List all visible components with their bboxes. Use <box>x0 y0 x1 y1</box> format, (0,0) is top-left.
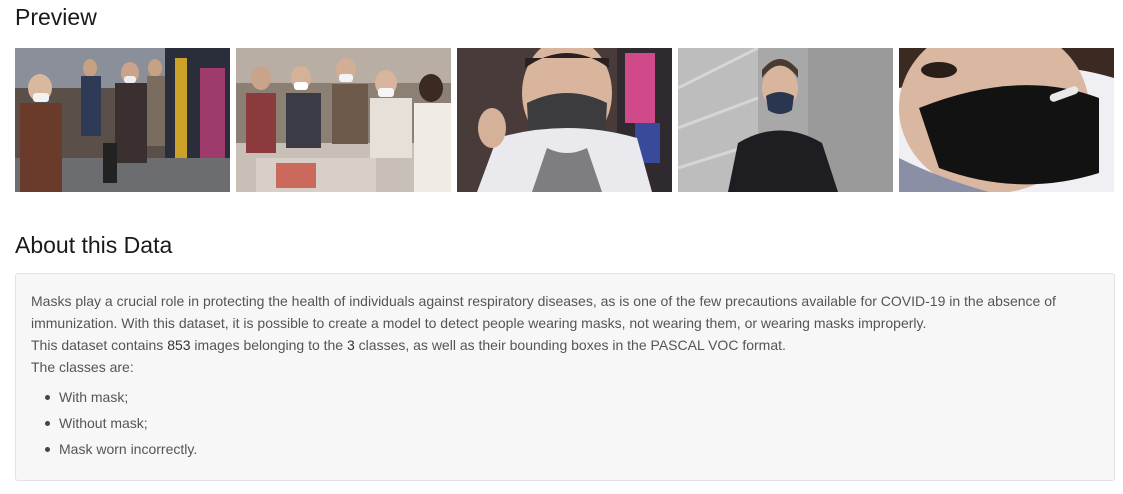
image-count: 853 <box>167 337 191 353</box>
classes-intro: The classes are: <box>31 359 134 375</box>
preview-image-5[interactable] <box>899 48 1114 192</box>
description-count-suffix: classes, as well as their bounding boxes… <box>354 337 786 353</box>
classes-list: With mask; Without mask; Mask worn incor… <box>31 384 1099 462</box>
preview-image-4[interactable] <box>678 48 893 192</box>
about-heading: About this Data <box>15 232 173 258</box>
preview-image-1[interactable] <box>15 48 230 192</box>
preview-heading: Preview <box>15 4 97 30</box>
description-count-prefix: This dataset contains <box>31 337 168 353</box>
list-item: With mask; <box>45 384 1099 410</box>
about-description-panel: Masks play a crucial role in protecting … <box>15 273 1115 481</box>
class-count: 3 <box>347 337 355 353</box>
description-intro: Masks play a crucial role in protecting … <box>31 293 1056 331</box>
preview-gallery <box>15 48 1114 192</box>
preview-image-2[interactable] <box>236 48 451 192</box>
about-description: Masks play a crucial role in protecting … <box>31 290 1099 378</box>
description-count-mid: images belonging to the <box>190 337 347 353</box>
list-item: Mask worn incorrectly. <box>45 436 1099 462</box>
list-item: Without mask; <box>45 410 1099 436</box>
preview-image-3[interactable] <box>457 48 672 192</box>
